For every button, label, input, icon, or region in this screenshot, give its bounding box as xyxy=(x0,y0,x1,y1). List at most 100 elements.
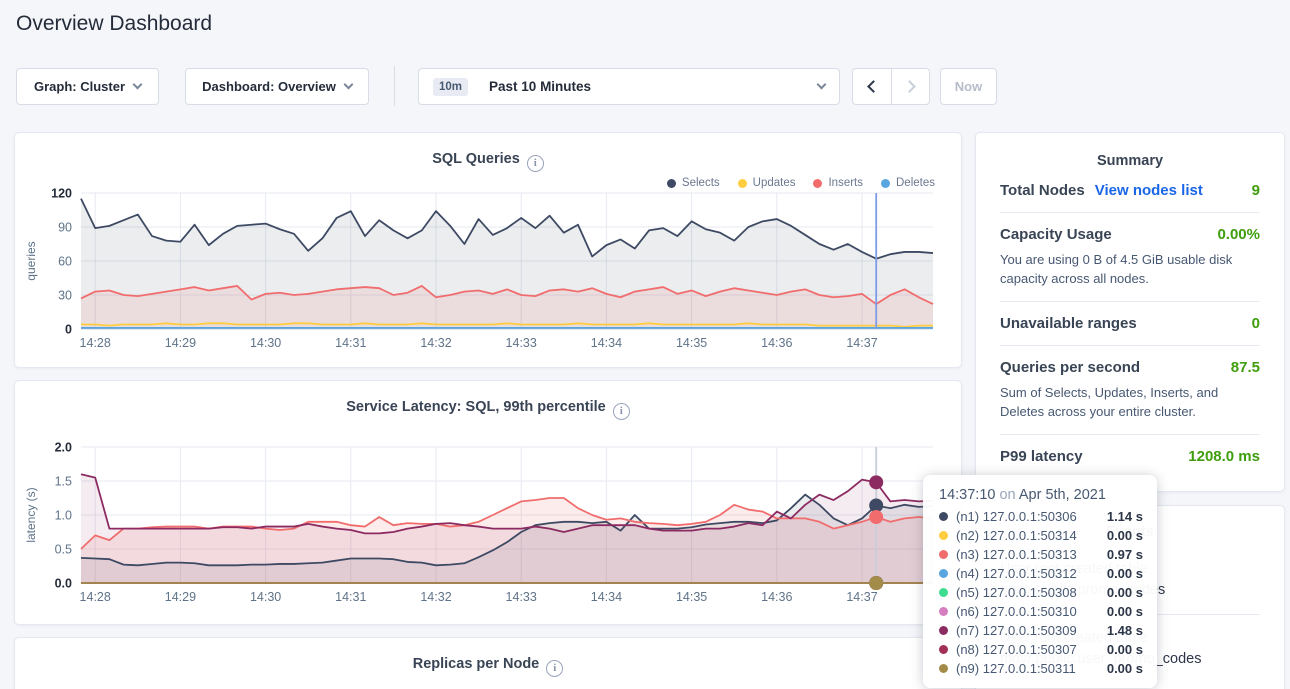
capacity-label: Capacity Usage xyxy=(1000,226,1112,243)
p99-latency-value: 1208.0 ms xyxy=(1188,448,1260,465)
series-dot xyxy=(939,588,948,597)
time-next-button[interactable] xyxy=(891,68,930,105)
tooltip-node-label: (n8) 127.0.0.1:50307 xyxy=(956,642,1099,657)
time-prev-button[interactable] xyxy=(852,68,891,105)
replicas-per-node-card: Replicas per Nodei xyxy=(14,637,962,689)
tooltip-row: (n3) 127.0.0.1:50313 0.97 s xyxy=(939,547,1143,562)
svg-text:60: 60 xyxy=(58,255,72,269)
page-title: Overview Dashboard xyxy=(16,12,212,36)
qps-label: Queries per second xyxy=(1000,359,1140,376)
series-dot xyxy=(939,550,948,559)
tooltip-row: (n1) 127.0.0.1:50306 1.14 s xyxy=(939,509,1143,524)
svg-text:120: 120 xyxy=(51,187,72,201)
tooltip-node-label: (n7) 127.0.0.1:50309 xyxy=(956,623,1099,638)
tooltip-node-value: 0.97 s xyxy=(1107,547,1143,562)
tooltip-node-value: 0.00 s xyxy=(1107,661,1143,676)
series-dot xyxy=(939,512,948,521)
svg-text:14:34: 14:34 xyxy=(591,336,622,350)
tooltip-row: (n8) 127.0.0.1:50307 0.00 s xyxy=(939,642,1143,657)
tooltip-node-value: 0.00 s xyxy=(1107,604,1143,619)
sql-queries-title: SQL Queriesi xyxy=(15,151,961,172)
tooltip-node-label: (n9) 127.0.0.1:50311 xyxy=(956,661,1099,676)
svg-text:1.0: 1.0 xyxy=(55,509,72,523)
now-button[interactable]: Now xyxy=(940,68,997,105)
dashboard-label: Dashboard: Overview xyxy=(202,79,336,94)
graph-scope-dropdown[interactable]: Graph: Cluster xyxy=(16,68,159,105)
svg-text:14:29: 14:29 xyxy=(165,336,196,350)
svg-text:1.5: 1.5 xyxy=(55,475,72,489)
tooltip-node-value: 0.00 s xyxy=(1107,566,1143,581)
svg-text:0.5: 0.5 xyxy=(55,543,72,557)
tooltip-node-label: (n5) 127.0.0.1:50308 xyxy=(956,585,1099,600)
svg-text:14:28: 14:28 xyxy=(80,336,111,350)
svg-text:14:31: 14:31 xyxy=(335,590,366,604)
summary-row-qps: Queries per second 87.5 Sum of Selects, … xyxy=(1000,346,1260,435)
tooltip-node-value: 0.00 s xyxy=(1107,642,1143,657)
view-nodes-list-link[interactable]: View nodes list xyxy=(1095,182,1203,199)
svg-text:14:35: 14:35 xyxy=(676,336,707,350)
service-latency-chart[interactable]: 0.0 0.5 1.0 1.5 2.0 14:28 14:29 14:30 14:31 14:32… xyxy=(15,439,963,623)
chevron-down-icon xyxy=(343,80,353,90)
time-range-badge: 10m xyxy=(433,78,468,96)
sql-queries-chart[interactable]: 030609012014:2814:2914:3014:3114:3214:33… xyxy=(15,185,963,369)
chevron-right-icon xyxy=(903,80,916,93)
p99-latency-label: P99 latency xyxy=(1000,448,1083,465)
chevron-left-icon xyxy=(867,80,880,93)
svg-text:2.0: 2.0 xyxy=(55,441,72,455)
svg-text:14:37: 14:37 xyxy=(846,590,877,604)
info-icon[interactable]: i xyxy=(613,403,630,420)
controls-divider xyxy=(394,66,395,106)
series-dot xyxy=(939,645,948,654)
svg-text:14:34: 14:34 xyxy=(591,590,622,604)
series-dot xyxy=(939,664,948,673)
svg-text:14:32: 14:32 xyxy=(420,590,451,604)
overview-dashboard-page: Overview Dashboard Graph: Cluster Dashbo… xyxy=(0,0,1290,689)
svg-text:0.0: 0.0 xyxy=(55,577,72,591)
svg-text:14:35: 14:35 xyxy=(676,590,707,604)
svg-text:latency (s): latency (s) xyxy=(24,487,38,542)
svg-text:queries: queries xyxy=(24,241,38,280)
service-latency-title: Service Latency: SQL, 99th percentilei xyxy=(15,399,961,420)
info-icon[interactable]: i xyxy=(527,155,544,172)
chevron-down-icon xyxy=(133,80,143,90)
time-range-label: Past 10 Minutes xyxy=(489,79,591,94)
sql-queries-card: SQL Queriesi Selects Updates Inserts Del… xyxy=(14,132,962,368)
svg-text:14:36: 14:36 xyxy=(761,336,792,350)
tooltip-node-value: 1.48 s xyxy=(1107,623,1143,638)
tooltip-node-label: (n2) 127.0.0.1:50314 xyxy=(956,528,1099,543)
tooltip-node-value: 0.00 s xyxy=(1107,585,1143,600)
tooltip-row: (n9) 127.0.0.1:50311 0.00 s xyxy=(939,661,1143,676)
time-range-picker[interactable]: 10m Past 10 Minutes xyxy=(418,68,840,105)
summary-panel: Summary Total Nodes View nodes list 9 Ca… xyxy=(975,132,1285,492)
summary-row-total-nodes: Total Nodes View nodes list 9 xyxy=(1000,169,1260,213)
total-nodes-value: 9 xyxy=(1252,182,1260,199)
tooltip-node-label: (n6) 127.0.0.1:50310 xyxy=(956,604,1099,619)
tooltip-row: (n7) 127.0.0.1:50309 1.48 s xyxy=(939,623,1143,638)
svg-text:30: 30 xyxy=(58,289,72,303)
tooltip-node-value: 1.14 s xyxy=(1107,509,1143,524)
svg-text:14:37: 14:37 xyxy=(846,336,877,350)
svg-text:14:29: 14:29 xyxy=(165,590,196,604)
svg-text:90: 90 xyxy=(58,221,72,235)
dashboard-dropdown[interactable]: Dashboard: Overview xyxy=(185,68,369,105)
tooltip-node-label: (n1) 127.0.0.1:50306 xyxy=(956,509,1099,524)
chart-tooltip: 14:37:10 on Apr 5th, 2021 (n1) 127.0.0.1… xyxy=(923,475,1157,688)
tooltip-row: (n6) 127.0.0.1:50310 0.00 s xyxy=(939,604,1143,619)
unavailable-ranges-value: 0 xyxy=(1252,315,1260,332)
svg-text:14:31: 14:31 xyxy=(335,336,366,350)
series-dot xyxy=(939,626,948,635)
svg-text:14:28: 14:28 xyxy=(80,590,111,604)
svg-text:14:30: 14:30 xyxy=(250,590,281,604)
qps-value: 87.5 xyxy=(1231,359,1260,376)
info-icon[interactable]: i xyxy=(546,660,563,677)
svg-text:0: 0 xyxy=(65,323,72,337)
replicas-per-node-title: Replicas per Nodei xyxy=(15,656,961,677)
summary-row-unavailable: Unavailable ranges 0 xyxy=(1000,302,1260,346)
tooltip-row: (n4) 127.0.0.1:50312 0.00 s xyxy=(939,566,1143,581)
svg-text:14:33: 14:33 xyxy=(506,590,537,604)
tooltip-node-value: 0.00 s xyxy=(1107,528,1143,543)
svg-text:14:36: 14:36 xyxy=(761,590,792,604)
unavailable-ranges-label: Unavailable ranges xyxy=(1000,315,1137,332)
summary-row-p99: P99 latency 1208.0 ms xyxy=(1000,435,1260,478)
service-latency-card: Service Latency: SQL, 99th percentilei 0… xyxy=(14,380,962,625)
